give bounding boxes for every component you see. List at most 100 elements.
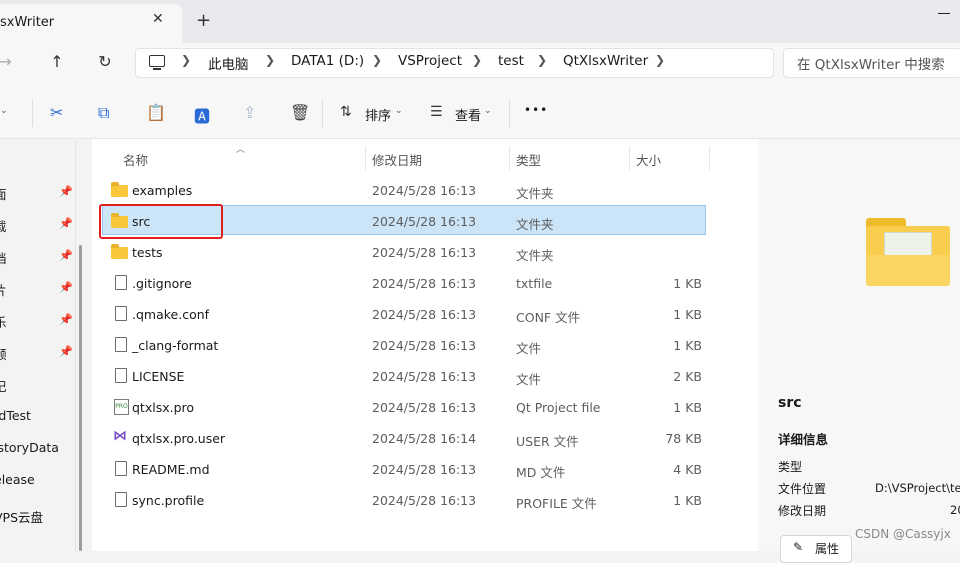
file-name: examples xyxy=(132,183,193,198)
pin-icon: 📌 xyxy=(59,217,73,230)
details-location-value: D:\VSProject\tes xyxy=(875,481,960,495)
breadcrumb-qtxlsxwriter[interactable]: QtXlsxWriter xyxy=(563,53,648,69)
column-header-modified[interactable]: 修改日期 xyxy=(372,150,422,169)
details-location-label: 文件位置 xyxy=(778,482,827,496)
breadcrumb-data1[interactable]: DATA1 (D:) xyxy=(291,53,364,69)
file-name: .qmake.conf xyxy=(132,307,210,322)
sidebar-item[interactable]: VPS云盘 xyxy=(0,507,43,526)
toolbar-divider xyxy=(32,99,33,127)
chevron-right-icon: ❯ xyxy=(265,53,276,67)
file-name: _clang-format xyxy=(132,338,219,353)
file-icon xyxy=(115,368,127,383)
sidebar-item[interactable]: 面 xyxy=(0,184,7,203)
search-input[interactable]: 在 QtXlsxWriter 中搜索 xyxy=(797,53,945,73)
column-divider[interactable] xyxy=(629,146,630,170)
sidebar-item[interactable]: 频 xyxy=(0,344,7,363)
sidebar-item[interactable]: istoryData xyxy=(0,440,59,455)
column-divider[interactable] xyxy=(709,146,710,170)
details-modified-value: 20 xyxy=(950,503,960,517)
file-type: 文件夹 xyxy=(516,248,554,263)
forward-button[interactable]: → xyxy=(0,50,20,74)
pin-icon: 📌 xyxy=(59,313,73,326)
toolbar-divider xyxy=(509,99,510,127)
sidebar-item[interactable]: 载 xyxy=(0,216,7,235)
column-header-size[interactable]: 大小 xyxy=(636,150,661,169)
breadcrumb-test[interactable]: test xyxy=(498,53,524,69)
qt-pro-icon: PRO xyxy=(114,399,129,415)
pane-divider xyxy=(75,139,76,551)
sort-icon[interactable]: ⇅ xyxy=(340,104,352,120)
minimize-icon[interactable] xyxy=(932,6,960,20)
file-icon xyxy=(115,275,127,290)
file-icon xyxy=(115,337,127,352)
delete-icon[interactable]: 🗑 xyxy=(290,103,310,122)
details-modified-label: 修改日期 xyxy=(778,504,827,518)
file-type: Qt Project file xyxy=(516,400,601,415)
folder-icon xyxy=(111,182,128,197)
file-name: LICENSE xyxy=(132,369,185,384)
file-type: MD 文件 xyxy=(516,465,566,480)
sidebar-item[interactable]: elease xyxy=(0,472,35,487)
share-icon[interactable]: ⇪ xyxy=(243,103,256,122)
details-item-name: src xyxy=(778,395,802,411)
refresh-button[interactable]: ↻ xyxy=(90,50,120,74)
watermark: CSDN @Cassyjx xyxy=(855,527,951,541)
chevron-right-icon: ❯ xyxy=(372,53,383,67)
file-type: 文件 xyxy=(516,341,542,356)
properties-icon: ✎ xyxy=(793,540,804,554)
tab-close-icon[interactable]: ✕ xyxy=(152,11,164,27)
up-button[interactable]: ↑ xyxy=(42,50,72,74)
column-divider[interactable] xyxy=(509,146,510,170)
file-size: 1 KB xyxy=(673,276,702,291)
chevron-right-icon: ❯ xyxy=(472,53,483,67)
column-header-name[interactable]: 名称 xyxy=(123,150,148,169)
cut-icon[interactable]: ✂ xyxy=(50,103,63,122)
sidebar-item[interactable]: fdTest xyxy=(0,408,31,423)
chevron-right-icon[interactable]: ❯ xyxy=(655,53,665,67)
sidebar-item[interactable]: 乐 xyxy=(0,312,7,331)
file-type: txtfile xyxy=(516,276,553,291)
file-modified: 2024/5/28 16:13 xyxy=(372,245,477,260)
file-size: 1 KB xyxy=(673,307,702,322)
file-modified: 2024/5/28 16:13 xyxy=(372,183,477,198)
view-button[interactable]: 查看 xyxy=(455,105,481,124)
computer-icon xyxy=(149,55,165,70)
file-name: README.md xyxy=(132,462,210,477)
visual-studio-icon: ⋈ xyxy=(113,428,127,444)
file-type: 文件 xyxy=(516,372,542,387)
view-icon[interactable]: ☰ xyxy=(430,104,443,120)
sidebar-item[interactable]: 记 xyxy=(0,376,7,395)
chevron-right-icon: ❯ xyxy=(537,53,548,67)
file-name: tests xyxy=(132,245,163,260)
sort-ascending-icon: ︿ xyxy=(236,145,246,155)
tab-title: sxWriter xyxy=(0,15,55,30)
paste-icon[interactable]: 📋 xyxy=(146,103,166,122)
sidebar-item[interactable]: 档 xyxy=(0,248,7,267)
chevron-down-icon[interactable]: ⌄ xyxy=(395,106,403,116)
more-options-button[interactable]: ••• xyxy=(524,103,548,117)
new-tab-button[interactable]: + xyxy=(196,10,211,31)
navigation-scrollbar[interactable] xyxy=(79,245,82,551)
sidebar-item[interactable]: 片 xyxy=(0,280,7,299)
rename-icon[interactable]: 🅰 xyxy=(194,103,210,127)
chevron-right-icon: ❯ xyxy=(181,53,192,67)
file-type: 文件夹 xyxy=(516,217,554,232)
file-type: 文件夹 xyxy=(516,186,554,201)
file-icon xyxy=(115,492,127,507)
copy-icon[interactable]: ⧉ xyxy=(98,103,109,123)
column-header-type[interactable]: 类型 xyxy=(516,150,541,169)
chevron-down-icon[interactable]: ⌄ xyxy=(484,106,492,116)
file-size: 1 KB xyxy=(673,400,702,415)
properties-label: 属性 xyxy=(815,542,840,556)
column-divider[interactable] xyxy=(365,146,366,170)
details-heading: 详细信息 xyxy=(778,432,829,447)
breadcrumb-vsproject[interactable]: VSProject xyxy=(398,53,462,69)
sort-button[interactable]: 排序 xyxy=(365,105,391,124)
new-dropdown-chevron-icon[interactable]: ⌄ xyxy=(0,106,8,116)
toolbar-divider xyxy=(322,99,323,127)
file-name: sync.profile xyxy=(132,493,205,508)
pin-icon: 📌 xyxy=(59,249,73,262)
breadcrumb-this-pc[interactable]: 此电脑 xyxy=(208,53,249,73)
folder-icon xyxy=(111,244,128,259)
file-size: 1 KB xyxy=(673,338,702,353)
